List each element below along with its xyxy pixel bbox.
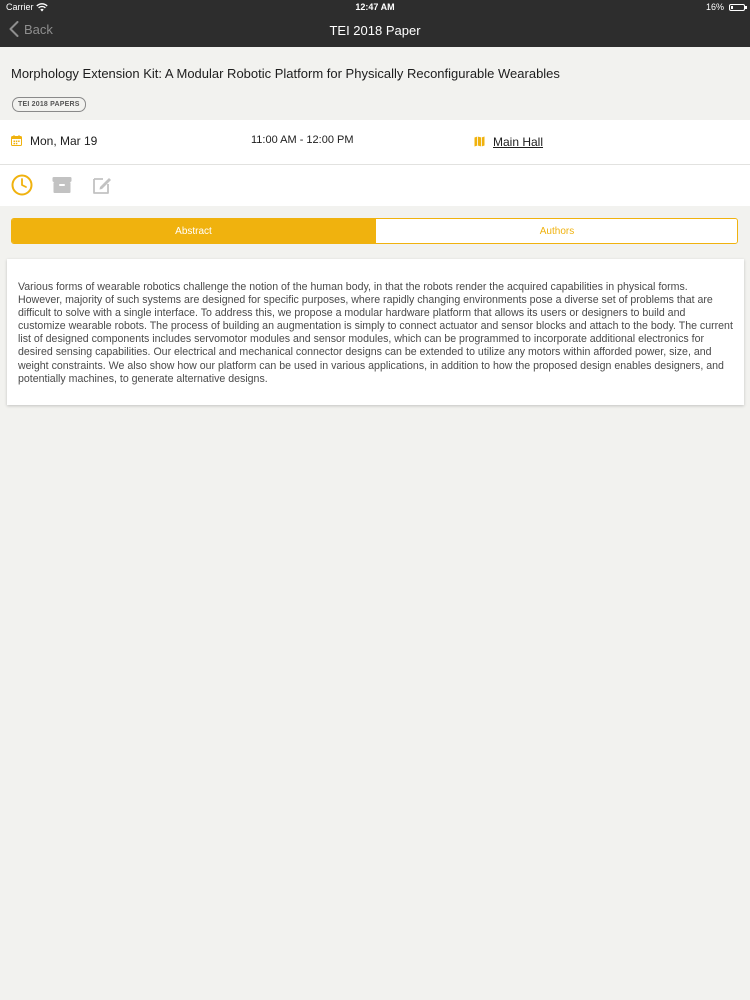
actions-row (0, 165, 750, 206)
abstract-text: Various forms of wearable robotics chall… (18, 281, 733, 385)
clock-icon[interactable] (11, 174, 33, 196)
location-link[interactable]: Main Hall (493, 135, 543, 149)
session-tag[interactable]: TEI 2018 PAPERS (12, 97, 86, 112)
navigation-bar: Back TEI 2018 Paper (0, 15, 750, 47)
paper-title: Morphology Extension Kit: A Modular Robo… (11, 66, 560, 81)
page-title: TEI 2018 Paper (329, 23, 421, 38)
paper-header: Morphology Extension Kit: A Modular Robo… (0, 47, 750, 120)
abstract-card: Various forms of wearable robotics chall… (7, 259, 744, 405)
content-tabs: Abstract Authors (11, 218, 738, 244)
paper-detail-screen: Carrier 12:47 AM 16% Back TEI 2018 Paper… (0, 0, 750, 1000)
edit-icon[interactable] (91, 174, 113, 196)
session-time: 11:00 AM - 12:00 PM (251, 134, 354, 146)
session-date: Mon, Mar 19 (30, 134, 98, 148)
calendar-icon (11, 135, 22, 146)
map-icon (474, 136, 485, 147)
battery-percentage: 16% (705, 2, 724, 12)
tab-authors[interactable]: Authors (375, 219, 737, 243)
battery-fill (731, 6, 733, 9)
archive-icon[interactable] (51, 174, 73, 196)
schedule-info-row: Mon, Mar 19 11:00 AM - 12:00 PM Main Hal… (0, 120, 750, 165)
tab-abstract[interactable]: Abstract (12, 219, 375, 243)
status-bar: Carrier 12:47 AM 16% (0, 0, 750, 15)
battery-icon (729, 4, 747, 11)
status-time: 12:47 AM (355, 2, 395, 12)
